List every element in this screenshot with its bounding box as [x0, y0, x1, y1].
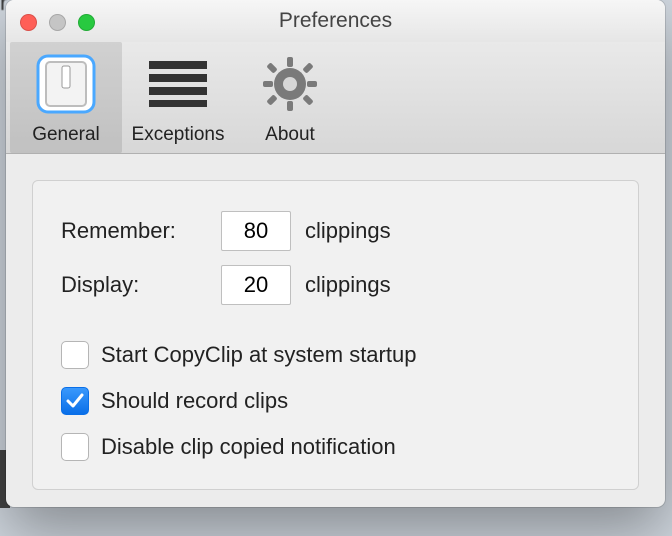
disable-notif-row[interactable]: Disable clip copied notification: [61, 433, 610, 461]
tab-label: About: [234, 124, 346, 146]
toolbar: General Exceptions: [6, 42, 665, 154]
remember-input[interactable]: [221, 211, 291, 251]
list-icon: [149, 61, 207, 112]
titlebar: Preferences: [6, 0, 665, 42]
start-at-login-row[interactable]: Start CopyClip at system startup: [61, 341, 610, 369]
preferences-window: Preferences General: [6, 0, 665, 507]
checkbox-unchecked-icon: [61, 433, 89, 461]
remember-label: Remember:: [61, 218, 221, 244]
settings-panel: Remember: clippings Display: clippings S…: [32, 180, 639, 490]
tab-about[interactable]: About: [234, 42, 346, 153]
display-input[interactable]: [221, 265, 291, 305]
disable-notif-label: Disable clip copied notification: [101, 434, 396, 460]
checkbox-unchecked-icon: [61, 341, 89, 369]
start-at-login-label: Start CopyClip at system startup: [101, 342, 416, 368]
tab-label: General: [10, 124, 122, 146]
remember-row: Remember: clippings: [61, 211, 610, 251]
record-clips-row[interactable]: Should record clips: [61, 387, 610, 415]
display-row: Display: clippings: [61, 265, 610, 305]
checkbox-checked-icon: [61, 387, 89, 415]
tab-label: Exceptions: [122, 124, 234, 146]
switch-icon: [34, 52, 98, 121]
tab-exceptions[interactable]: Exceptions: [122, 42, 234, 153]
remember-suffix: clippings: [305, 218, 391, 244]
record-clips-label: Should record clips: [101, 388, 288, 414]
display-label: Display:: [61, 272, 221, 298]
window-title: Preferences: [6, 9, 665, 33]
gear-icon: [261, 55, 319, 118]
content-area: Remember: clippings Display: clippings S…: [6, 154, 665, 516]
tab-general[interactable]: General: [10, 42, 122, 153]
display-suffix: clippings: [305, 272, 391, 298]
